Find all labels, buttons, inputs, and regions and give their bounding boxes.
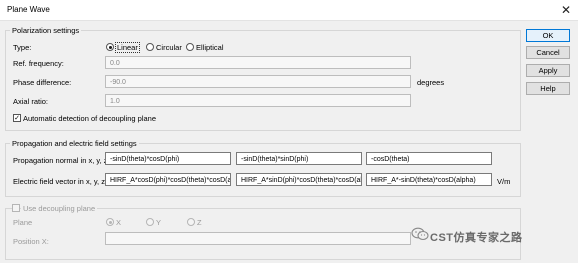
auto-detect-label[interactable]: Automatic detection of decoupling plane	[23, 114, 156, 123]
use-decoupling-checkbox[interactable]	[12, 204, 20, 212]
plane-radio-x[interactable]	[106, 218, 114, 226]
title-bar	[0, 0, 578, 21]
auto-detect-checkbox[interactable]: ✓	[13, 114, 21, 122]
radio-elliptical-label[interactable]: Elliptical	[196, 43, 224, 52]
efield-x-input[interactable]: HIRF_A*cosD(phi)*cosD(theta)*cosD(alpha)	[105, 173, 231, 186]
radio-linear-label[interactable]: Linear	[115, 42, 140, 53]
plane-radio-z-label[interactable]: Z	[197, 218, 202, 227]
polarization-settings-label: Polarization settings	[10, 26, 82, 35]
radio-linear[interactable]	[106, 43, 114, 51]
propagation-normal-label: Propagation normal in x, y, z:	[13, 156, 110, 165]
efield-unit-label: V/m	[497, 177, 511, 186]
plane-radio-x-label[interactable]: X	[116, 218, 121, 227]
apply-button[interactable]: Apply	[526, 64, 570, 77]
help-button[interactable]: Help	[526, 82, 570, 95]
axial-ratio-label: Axial ratio:	[13, 97, 49, 106]
axial-ratio-input[interactable]: 1.0	[105, 94, 411, 107]
cancel-button[interactable]: Cancel	[526, 46, 570, 59]
radio-circular-label[interactable]: Circular	[156, 43, 182, 52]
window-title: Plane Wave	[7, 5, 50, 14]
plane-radio-y-label[interactable]: Y	[156, 218, 161, 227]
propagation-normal-z-input[interactable]: -cosD(theta)	[366, 152, 492, 165]
position-x-label: Position X:	[13, 237, 49, 246]
ref-frequency-label: Ref. frequency:	[13, 59, 64, 68]
propagation-settings-label: Propagation and electric field settings	[10, 139, 139, 148]
efield-z-input[interactable]: HIRF_A*-sinD(theta)*cosD(alpha)	[366, 173, 492, 186]
close-icon[interactable]: ✕	[558, 2, 574, 18]
propagation-normal-y-input[interactable]: -sinD(theta)*sinD(phi)	[236, 152, 362, 165]
phase-difference-input[interactable]: -90.0	[105, 75, 411, 88]
propagation-normal-x-input[interactable]: -sinD(theta)*cosD(phi)	[105, 152, 231, 165]
efield-vector-label: Electric field vector in x, y, z:	[13, 177, 108, 186]
ok-button[interactable]: OK	[526, 29, 570, 42]
efield-y-input[interactable]: HIRF_A*sinD(phi)*cosD(theta)*cosD(alpha)	[236, 173, 362, 186]
ref-frequency-input[interactable]: 0.0	[105, 56, 411, 69]
watermark-text: CST仿真专家之路	[430, 232, 523, 244]
radio-elliptical[interactable]	[186, 43, 194, 51]
phase-difference-label: Phase difference:	[13, 78, 72, 87]
plane-radio-y[interactable]	[146, 218, 154, 226]
wechat-icon	[411, 227, 429, 241]
phase-unit-label: degrees	[417, 78, 445, 87]
plane-radio-z[interactable]	[187, 218, 195, 226]
plane-label: Plane	[13, 218, 33, 227]
type-label: Type:	[13, 43, 32, 52]
use-decoupling-label[interactable]: Use decoupling plane	[21, 204, 98, 213]
radio-circular[interactable]	[146, 43, 154, 51]
position-x-input[interactable]	[105, 232, 411, 245]
